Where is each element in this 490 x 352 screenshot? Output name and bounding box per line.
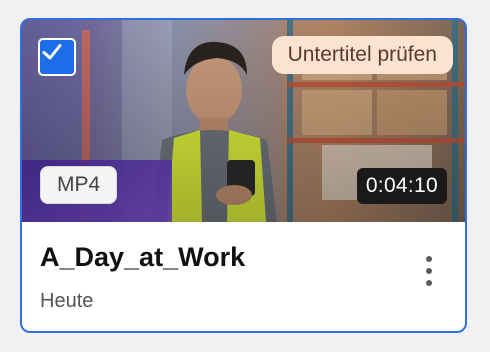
video-date: Heute bbox=[40, 290, 94, 312]
video-thumbnail[interactable]: Untertitel prüfen MP4 0:04:10 bbox=[22, 20, 465, 222]
checkmark-icon bbox=[42, 44, 62, 60]
more-vertical-icon bbox=[426, 256, 432, 262]
more-options-button[interactable] bbox=[421, 256, 437, 286]
review-subtitles-badge[interactable]: Untertitel prüfen bbox=[271, 36, 453, 74]
format-badge: MP4 bbox=[40, 166, 118, 204]
video-title[interactable]: A_Day_at_Work bbox=[40, 242, 245, 273]
duration-badge: 0:04:10 bbox=[356, 168, 447, 204]
video-card[interactable]: Untertitel prüfen MP4 0:04:10 A_Day_at_W… bbox=[20, 18, 467, 333]
select-checkbox[interactable] bbox=[38, 38, 76, 76]
